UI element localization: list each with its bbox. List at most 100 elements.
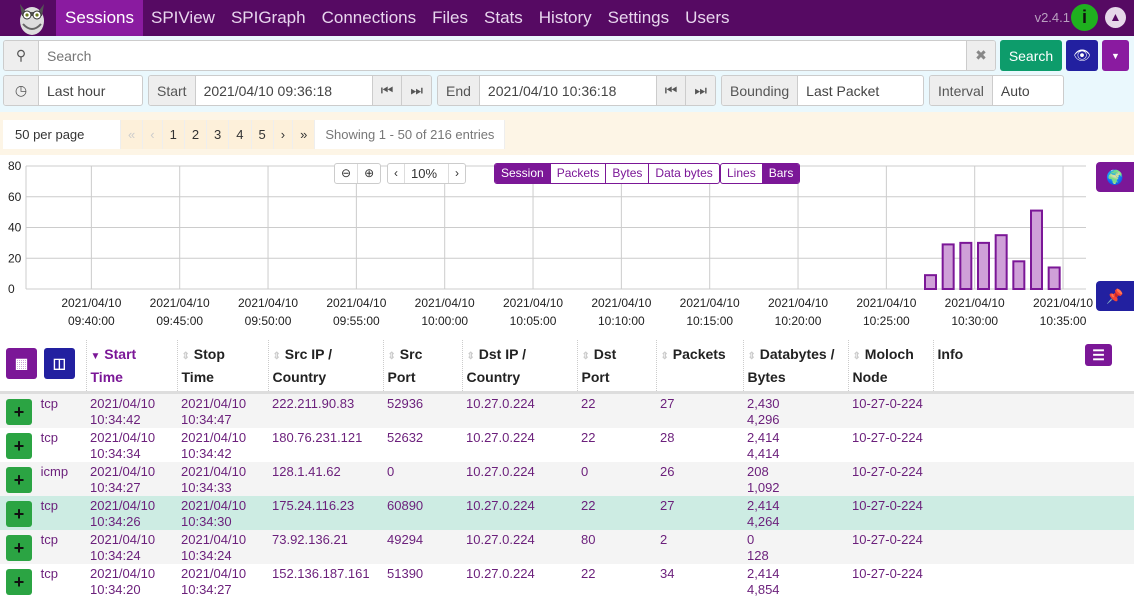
type-session[interactable]: Session [495, 164, 551, 183]
clear-search-icon[interactable]: ✖ [966, 41, 995, 70]
search-input[interactable] [39, 41, 966, 70]
nav-connections[interactable]: Connections [314, 0, 425, 36]
end-first-icon[interactable]: ⏮ [656, 76, 687, 105]
column-header[interactable]: ⇕ Dst IP /Country [462, 340, 577, 393]
start-time-input[interactable]: 2021/04/10 09:36:18 [196, 83, 372, 99]
info-cell [933, 496, 1134, 530]
time-range-select[interactable]: ◷ Last hour [3, 75, 143, 106]
pan-right-icon[interactable]: › [449, 164, 465, 183]
column-header[interactable]: ⇕ Src IP /Country [268, 340, 383, 393]
map-globe-icon[interactable]: 🌍 [1096, 162, 1134, 192]
column-layout-icon[interactable]: ◫ [44, 348, 75, 379]
start-last-icon[interactable]: ⏭ [402, 76, 431, 105]
x-tick-label: 10:25:00 [863, 314, 910, 328]
zoom-in-icon[interactable]: ⊕ [358, 164, 380, 183]
style-lines[interactable]: Lines [721, 164, 763, 183]
type-packets[interactable]: Packets [551, 164, 607, 183]
zoom-out-icon[interactable]: ⊖ [335, 164, 358, 183]
end-time-input[interactable]: 2021/04/10 10:36:18 [480, 83, 656, 99]
column-header[interactable]: ⇕ SrcPort [383, 340, 462, 393]
search-button[interactable]: Search [1000, 40, 1062, 71]
table-row[interactable]: + tcp 2021/04/1010:34:342021/04/1010:34:… [0, 428, 1134, 462]
sort-icon: ⇕ [467, 351, 475, 362]
zoom-level-select[interactable]: 10% ▾ [405, 164, 449, 183]
owl-logo[interactable] [10, 0, 54, 36]
column-header[interactable]: ▼ StartTime [86, 340, 177, 393]
page-4[interactable]: 4 [229, 120, 251, 149]
end-last-icon[interactable]: ⏭ [686, 76, 715, 105]
node: 10-27-0-224 [852, 430, 923, 445]
protocol: tcp [41, 532, 58, 547]
table-row[interactable]: + tcp 2021/04/1010:34:262021/04/1010:34:… [0, 496, 1134, 530]
per-page-select[interactable]: 50 per page [3, 120, 121, 149]
table-row[interactable]: + tcp 2021/04/1010:34:202021/04/1010:34:… [0, 564, 1134, 598]
style-bars[interactable]: Bars [763, 164, 800, 183]
header-label: Databytes / [760, 346, 835, 362]
bar [1049, 267, 1060, 289]
bytes: 4,296 [747, 412, 780, 427]
collapse-up-icon[interactable]: ▲ [1105, 7, 1126, 28]
interval-select[interactable]: Interval Auto [929, 75, 1064, 106]
nav-files[interactable]: Files [424, 0, 476, 36]
expand-plus-icon[interactable]: + [6, 433, 32, 459]
bar [1013, 261, 1024, 289]
x-tick-label: 2021/04/10 [1033, 296, 1093, 310]
page-5[interactable]: 5 [252, 120, 274, 149]
search-icon: ⚲ [4, 41, 39, 70]
version-label: v2.4.1 [1035, 10, 1070, 25]
src-ip: 152.136.187.161 [272, 566, 370, 581]
start-date: 2021/04/10 [90, 498, 155, 513]
nav-sessions[interactable]: Sessions [56, 0, 143, 36]
column-header[interactable]: ⇕ DstPort [577, 340, 656, 393]
x-tick-label: 2021/04/10 [945, 296, 1005, 310]
pan-left-icon[interactable]: ‹ [388, 164, 405, 183]
table-row[interactable]: + tcp 2021/04/1010:34:242021/04/1010:34:… [0, 530, 1134, 564]
nav-stats[interactable]: Stats [476, 0, 531, 36]
x-tick-label: 2021/04/10 [150, 296, 210, 310]
last-page[interactable]: » [293, 120, 315, 149]
prev-page[interactable]: ‹ [143, 120, 162, 149]
next-page[interactable]: › [274, 120, 293, 149]
expand-plus-icon[interactable]: + [6, 399, 32, 425]
info-cell [933, 393, 1134, 429]
dropdown-caret-icon[interactable]: ▼ [1102, 40, 1129, 71]
nav-settings[interactable]: Settings [600, 0, 677, 36]
type-databytes[interactable]: Data bytes [649, 164, 718, 183]
expand-plus-icon[interactable]: + [6, 569, 32, 595]
nav-users[interactable]: Users [677, 0, 737, 36]
info-icon[interactable]: i [1071, 4, 1098, 31]
nav-spigraph[interactable]: SPIGraph [223, 0, 314, 36]
sort-icon: ⇕ [661, 351, 669, 362]
nav-history[interactable]: History [531, 0, 600, 36]
start-first-icon[interactable]: ⏮ [372, 76, 403, 105]
x-tick-label: 2021/04/10 [680, 296, 740, 310]
table-row[interactable]: + icmp 2021/04/1010:34:272021/04/1010:34… [0, 462, 1134, 496]
column-header[interactable]: ⇕ Databytes /Bytes [743, 340, 848, 393]
page-3[interactable]: 3 [207, 120, 229, 149]
eye-icon[interactable]: 👁 [1066, 40, 1098, 71]
header-label: Port [388, 369, 416, 385]
column-header[interactable]: ⇕ Packets [656, 340, 743, 393]
page-1[interactable]: 1 [163, 120, 185, 149]
info-columns-icon[interactable]: ☰ [1085, 344, 1112, 366]
bounding-select[interactable]: Bounding Last Packet [721, 75, 924, 106]
start-date: 2021/04/10 [90, 464, 155, 479]
start-date: 2021/04/10 [90, 532, 155, 547]
pin-icon[interactable]: 📌 [1096, 281, 1134, 311]
expand-plus-icon[interactable]: + [6, 467, 32, 493]
column-header[interactable]: Info☰ [933, 340, 1134, 393]
nav-spiview[interactable]: SPIView [143, 0, 223, 36]
column-header[interactable]: ⇕ StopTime [177, 340, 268, 393]
expand-plus-icon[interactable]: + [6, 501, 32, 527]
x-tick-label: 09:40:00 [68, 314, 115, 328]
column-select-icon[interactable]: ▦ [6, 348, 37, 379]
databytes: 2,414 [747, 566, 780, 581]
type-bytes[interactable]: Bytes [606, 164, 649, 183]
dst-ip: 10.27.0.224 [466, 464, 535, 479]
table-row[interactable]: + tcp 2021/04/1010:34:422021/04/1010:34:… [0, 393, 1134, 429]
first-page[interactable]: « [121, 120, 143, 149]
page-2[interactable]: 2 [185, 120, 207, 149]
header-buttons: ▦ ◫ [0, 340, 86, 393]
expand-plus-icon[interactable]: + [6, 535, 32, 561]
column-header[interactable]: ⇕ MolochNode [848, 340, 933, 393]
